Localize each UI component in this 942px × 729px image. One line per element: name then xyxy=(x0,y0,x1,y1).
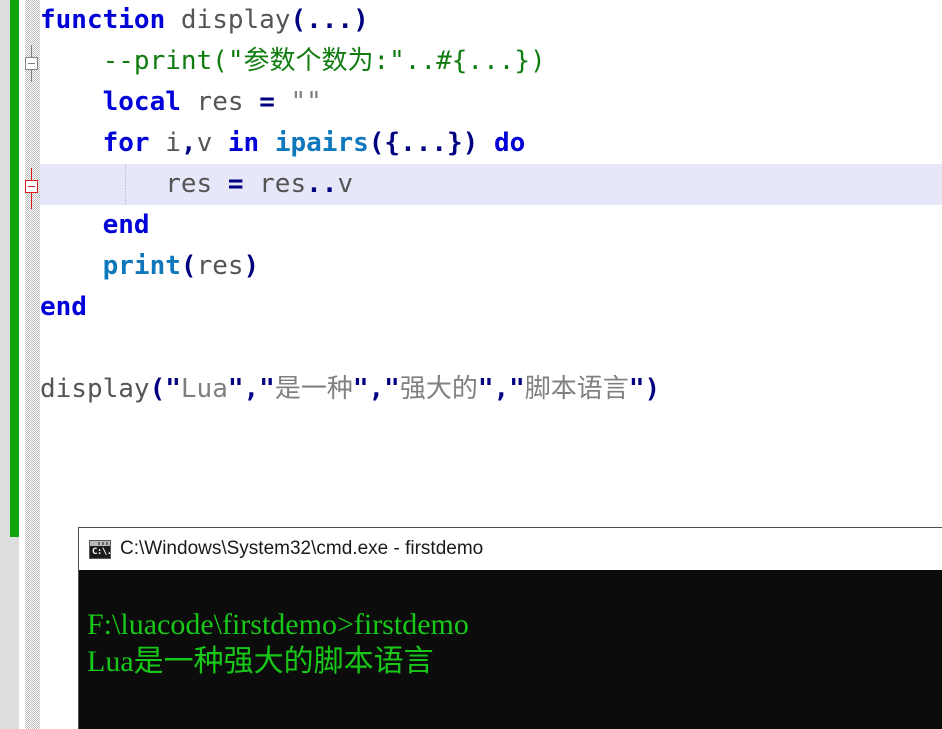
line-local[interactable]: local res = "" xyxy=(40,82,942,123)
fold-stem-for-bottom xyxy=(31,193,32,209)
code-token: Lua xyxy=(180,374,228,404)
line-comment[interactable]: --print("参数个数为:"..#{...}) xyxy=(40,41,942,82)
code-token: , xyxy=(243,374,260,404)
code-token: ) xyxy=(243,251,260,281)
code-token: " xyxy=(259,374,275,404)
console-output-area[interactable]: F:\luacode\firstdemo>firstdemo Lua是一种强大的… xyxy=(79,570,942,729)
code-token: --print("参数个数为:"..#{...}) xyxy=(40,46,546,76)
code-token: display xyxy=(180,5,291,35)
code-token: " xyxy=(352,374,369,404)
indent-guide xyxy=(125,164,126,205)
code-token: for xyxy=(102,128,150,158)
code-token: " xyxy=(165,374,181,404)
code-token: " xyxy=(509,374,525,404)
cmd-prompt-icon: C:\. xyxy=(89,539,112,559)
line-blank-1[interactable] xyxy=(40,328,942,369)
code-token: print xyxy=(102,251,181,281)
code-token: , xyxy=(368,374,385,404)
code-token: (...) xyxy=(290,5,369,35)
code-token: = xyxy=(227,169,244,199)
code-token: ( xyxy=(149,374,166,404)
code-token: in xyxy=(227,128,260,158)
line-end-outer[interactable]: end xyxy=(40,287,942,328)
code-token: display xyxy=(40,374,150,404)
code-token: , xyxy=(493,374,510,404)
code-token: = xyxy=(259,87,275,117)
line-function[interactable]: function display(...) xyxy=(40,0,942,41)
fold-gutter[interactable] xyxy=(25,0,40,729)
console-title-text: C:\Windows\System32\cmd.exe - firstdemo xyxy=(120,538,484,559)
code-token: " xyxy=(384,374,400,404)
code-token: 脚本语言 xyxy=(524,374,629,404)
code-token: res xyxy=(180,87,260,117)
console-window[interactable]: C:\. C:\Windows\System32\cmd.exe - first… xyxy=(78,527,942,729)
code-token: 是一种 xyxy=(274,374,353,404)
code-token: 强大的 xyxy=(399,374,478,404)
code-token: res xyxy=(196,251,244,281)
line-call-display[interactable]: display("Lua","是一种","强大的","脚本语言") xyxy=(40,369,942,410)
console-output-line: F:\luacode\firstdemo>firstdemo xyxy=(87,608,469,641)
fold-stem-function-bottom xyxy=(31,70,32,82)
fold-stem-for-top xyxy=(31,168,32,180)
code-token: " xyxy=(628,374,645,404)
line-end-inner[interactable]: end xyxy=(40,205,942,246)
code-token: res xyxy=(40,169,228,199)
editor-outer-margin xyxy=(0,0,10,729)
console-title-bar[interactable]: C:\. C:\Windows\System32\cmd.exe - first… xyxy=(79,528,942,570)
code-token: ipairs xyxy=(274,128,369,158)
line-print[interactable]: print(res) xyxy=(40,246,942,287)
code-token: end xyxy=(102,210,150,240)
code-token: v xyxy=(337,169,354,199)
code-token: , xyxy=(180,128,197,158)
fold-stem-function-top xyxy=(31,45,32,57)
console-output-line: Lua是一种强大的脚本语言 xyxy=(87,645,434,678)
code-token: function xyxy=(40,5,166,35)
fold-minus-icon xyxy=(28,63,35,64)
code-token: .. xyxy=(306,169,338,199)
code-token: ({...}) xyxy=(368,128,479,158)
fold-marker-for[interactable] xyxy=(25,180,38,193)
code-token: " xyxy=(227,374,244,404)
code-token: "" xyxy=(290,87,322,117)
fold-minus-icon xyxy=(28,186,35,187)
code-token: v xyxy=(196,128,228,158)
fold-marker-function[interactable] xyxy=(25,57,38,70)
code-token: i xyxy=(149,128,181,158)
cmd-icon-prompt-text: C:\. xyxy=(92,546,112,557)
code-token: end xyxy=(40,292,87,322)
code-token: " xyxy=(477,374,494,404)
code-token: ( xyxy=(180,251,197,281)
line-res-assign[interactable]: res = res..v xyxy=(40,164,942,205)
change-bar-modified xyxy=(10,0,19,537)
code-token: res xyxy=(243,169,307,199)
line-for[interactable]: for i,v in ipairs({...}) do xyxy=(40,123,942,164)
code-token: ) xyxy=(644,374,661,404)
code-token: local xyxy=(102,87,181,117)
code-token: do xyxy=(494,128,526,158)
